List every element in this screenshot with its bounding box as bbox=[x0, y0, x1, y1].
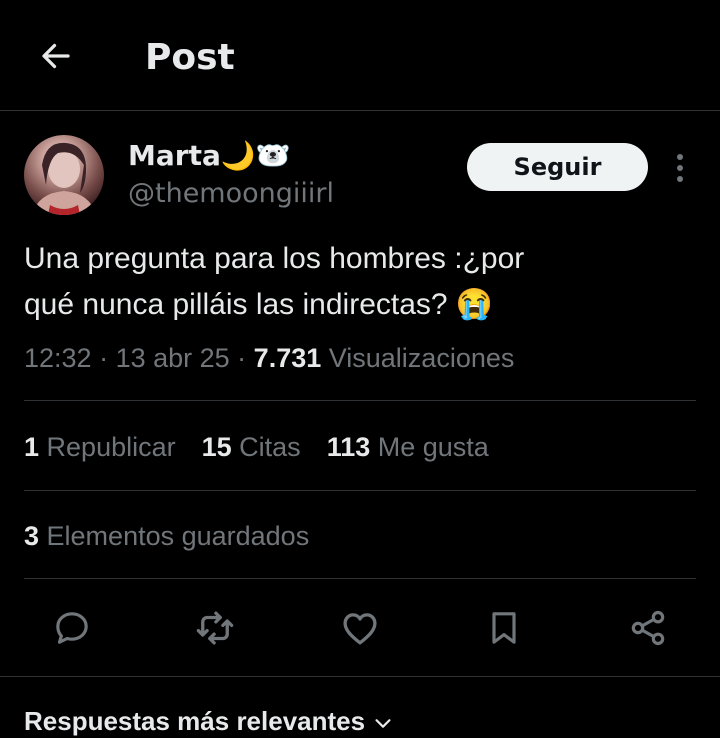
divider bbox=[24, 490, 696, 491]
bookmarks-stats: 3 Elementos guardados bbox=[24, 518, 309, 554]
tweet-date: 13 abr 25 bbox=[115, 343, 230, 373]
divider bbox=[0, 676, 720, 677]
share-icon bbox=[631, 610, 665, 646]
share-button[interactable] bbox=[626, 606, 670, 650]
bookmarks-count: 3 bbox=[24, 521, 40, 551]
replies-sort-dropdown[interactable]: Respuestas más relevantes bbox=[24, 704, 394, 738]
tweet-meta: 12:32 · 13 abr 25 · 7.731 Visualizacione… bbox=[24, 340, 514, 376]
replies-sort-label: Respuestas más relevantes bbox=[24, 706, 366, 736]
back-button[interactable] bbox=[36, 36, 76, 76]
divider bbox=[24, 578, 696, 579]
meta-separator: · bbox=[229, 343, 254, 373]
bookmarks-stat[interactable]: 3 Elementos guardados bbox=[24, 518, 309, 554]
reposts-stat[interactable]: 1 Republicar bbox=[24, 429, 176, 465]
likes-stat[interactable]: 113 Me gusta bbox=[327, 429, 489, 465]
engagement-stats: 1 Republicar 15 Citas 113 Me gusta bbox=[24, 429, 489, 465]
tweet-line-2: qué nunca pilláis las indirectas? 😭 bbox=[24, 288, 494, 321]
arrow-left-icon bbox=[42, 43, 70, 69]
quotes-stat[interactable]: 15 Citas bbox=[202, 429, 301, 465]
reply-icon bbox=[56, 612, 88, 644]
bookmark-button[interactable] bbox=[482, 606, 526, 650]
chevron-down-icon bbox=[375, 719, 391, 728]
author-name[interactable]: Marta🌙🐻‍❄️ bbox=[128, 138, 291, 174]
quotes-count: 15 bbox=[201, 432, 232, 462]
top-bar: Post bbox=[0, 0, 720, 111]
action-bar bbox=[0, 600, 720, 656]
repost-icon bbox=[196, 611, 234, 645]
views-label[interactable]: Visualizaciones bbox=[321, 343, 515, 373]
tweet-line-1: Una pregunta para los hombres :¿por bbox=[24, 242, 525, 275]
reposts-label: Republicar bbox=[39, 432, 176, 462]
avatar[interactable] bbox=[24, 135, 104, 215]
views-count[interactable]: 7.731 bbox=[254, 343, 322, 373]
likes-label: Me gusta bbox=[370, 432, 489, 462]
repost-button[interactable] bbox=[193, 606, 237, 650]
tweet-time: 12:32 bbox=[24, 343, 92, 373]
quotes-label: Citas bbox=[231, 432, 301, 462]
reply-button[interactable] bbox=[50, 606, 94, 650]
avatar-image bbox=[32, 142, 96, 215]
page-title: Post bbox=[145, 37, 235, 78]
bookmarks-label: Elementos guardados bbox=[39, 521, 310, 551]
more-options-button[interactable] bbox=[664, 150, 696, 186]
follow-button[interactable]: Seguir bbox=[467, 143, 648, 191]
divider bbox=[24, 400, 696, 401]
likes-count: 113 bbox=[326, 432, 371, 462]
meta-separator: · bbox=[91, 343, 116, 373]
bookmark-icon bbox=[492, 612, 516, 644]
like-icon bbox=[343, 613, 377, 645]
more-vertical-icon bbox=[677, 154, 683, 182]
reposts-count: 1 bbox=[24, 432, 40, 462]
tweet-text: Una pregunta para los hombres :¿por qué … bbox=[24, 236, 704, 328]
author-handle[interactable]: @themoongiiirl bbox=[128, 177, 334, 211]
like-button[interactable] bbox=[338, 606, 382, 650]
